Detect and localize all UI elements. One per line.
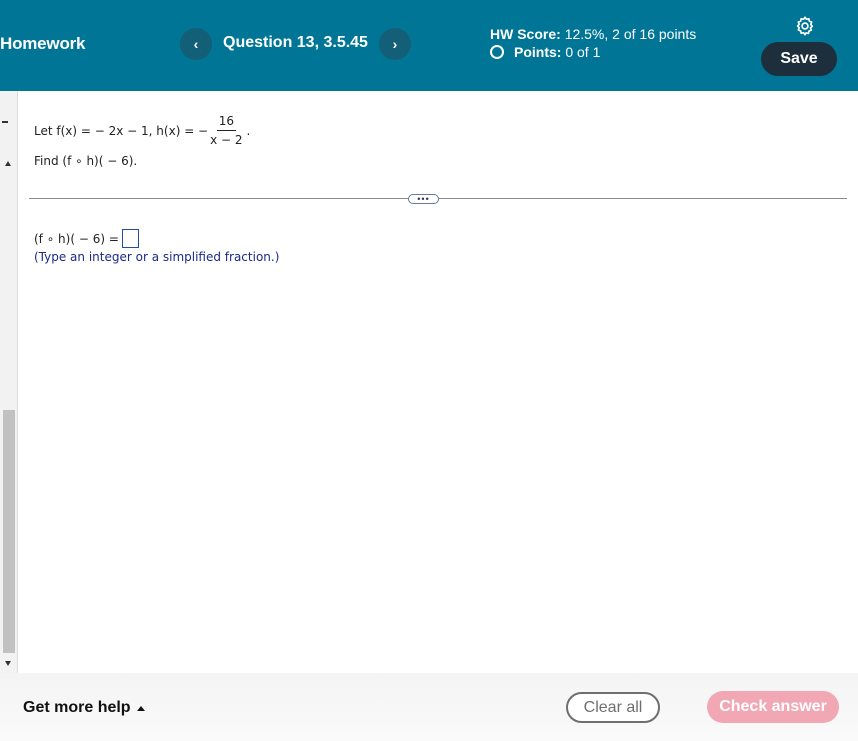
answer-input[interactable] (121, 229, 139, 248)
question-given: Let f(x) = − 2x − 1, h(x) = − 16 x − 2 . (34, 114, 250, 147)
points-value: 0 of 1 (565, 44, 601, 60)
hw-score: HW Score: 12.5%, 2 of 16 points (490, 26, 696, 42)
points-status-circle-icon (490, 45, 504, 59)
caret-up-icon (136, 705, 145, 711)
points-label: Points: (514, 44, 562, 60)
check-answer-button[interactable]: Check answer (707, 691, 839, 723)
clear-all-button[interactable]: Clear all (566, 692, 660, 723)
scroll-down-arrow-icon[interactable] (5, 661, 11, 666)
previous-question-button[interactable]: ‹ (180, 28, 212, 60)
hw-score-label: HW Score: (490, 26, 561, 42)
fraction-numerator: 16 (216, 114, 236, 131)
top-header: Homework ‹ Question 13, 3.5.45 › HW Scor… (0, 0, 858, 91)
next-question-button[interactable]: › (379, 28, 411, 60)
gear-icon (796, 16, 814, 36)
save-button[interactable]: Save (761, 42, 837, 76)
get-more-help-label: Get more help (23, 699, 131, 716)
chevron-right-icon: › (392, 36, 398, 52)
fraction-denominator: x − 2 (210, 133, 243, 147)
scrollbar-thumb[interactable] (3, 410, 15, 653)
homework-title[interactable]: Homework (0, 34, 86, 54)
chevron-left-icon: ‹ (193, 36, 199, 52)
answer-hint: (Type an integer or a simplified fractio… (34, 250, 280, 264)
question-given-suffix: . (246, 123, 251, 138)
answer-row: (f ∘ h)( − 6) = (34, 229, 139, 248)
question-label[interactable]: Question 13, 3.5.45 (223, 34, 368, 52)
question-task: Find (f ∘ h)( − 6). (34, 154, 138, 168)
question-given-prefix: Let f(x) = − 2x − 1, h(x) = − (34, 123, 209, 138)
points-status: Points: 0 of 1 (490, 44, 600, 60)
hw-score-value: 12.5%, 2 of 16 points (564, 26, 697, 42)
fraction: 16 x − 2 (210, 114, 242, 147)
answer-prompt: (f ∘ h)( − 6) = (34, 231, 119, 246)
settings-button[interactable] (794, 15, 816, 37)
get-more-help-button[interactable]: Get more help (23, 699, 145, 717)
bottom-toolbar: Get more help Clear all Check answer (0, 673, 858, 741)
scroll-up-arrow-icon[interactable] (5, 161, 11, 166)
expand-handle-button[interactable]: ••• (408, 194, 439, 204)
collapse-dash-icon[interactable] (2, 121, 8, 123)
